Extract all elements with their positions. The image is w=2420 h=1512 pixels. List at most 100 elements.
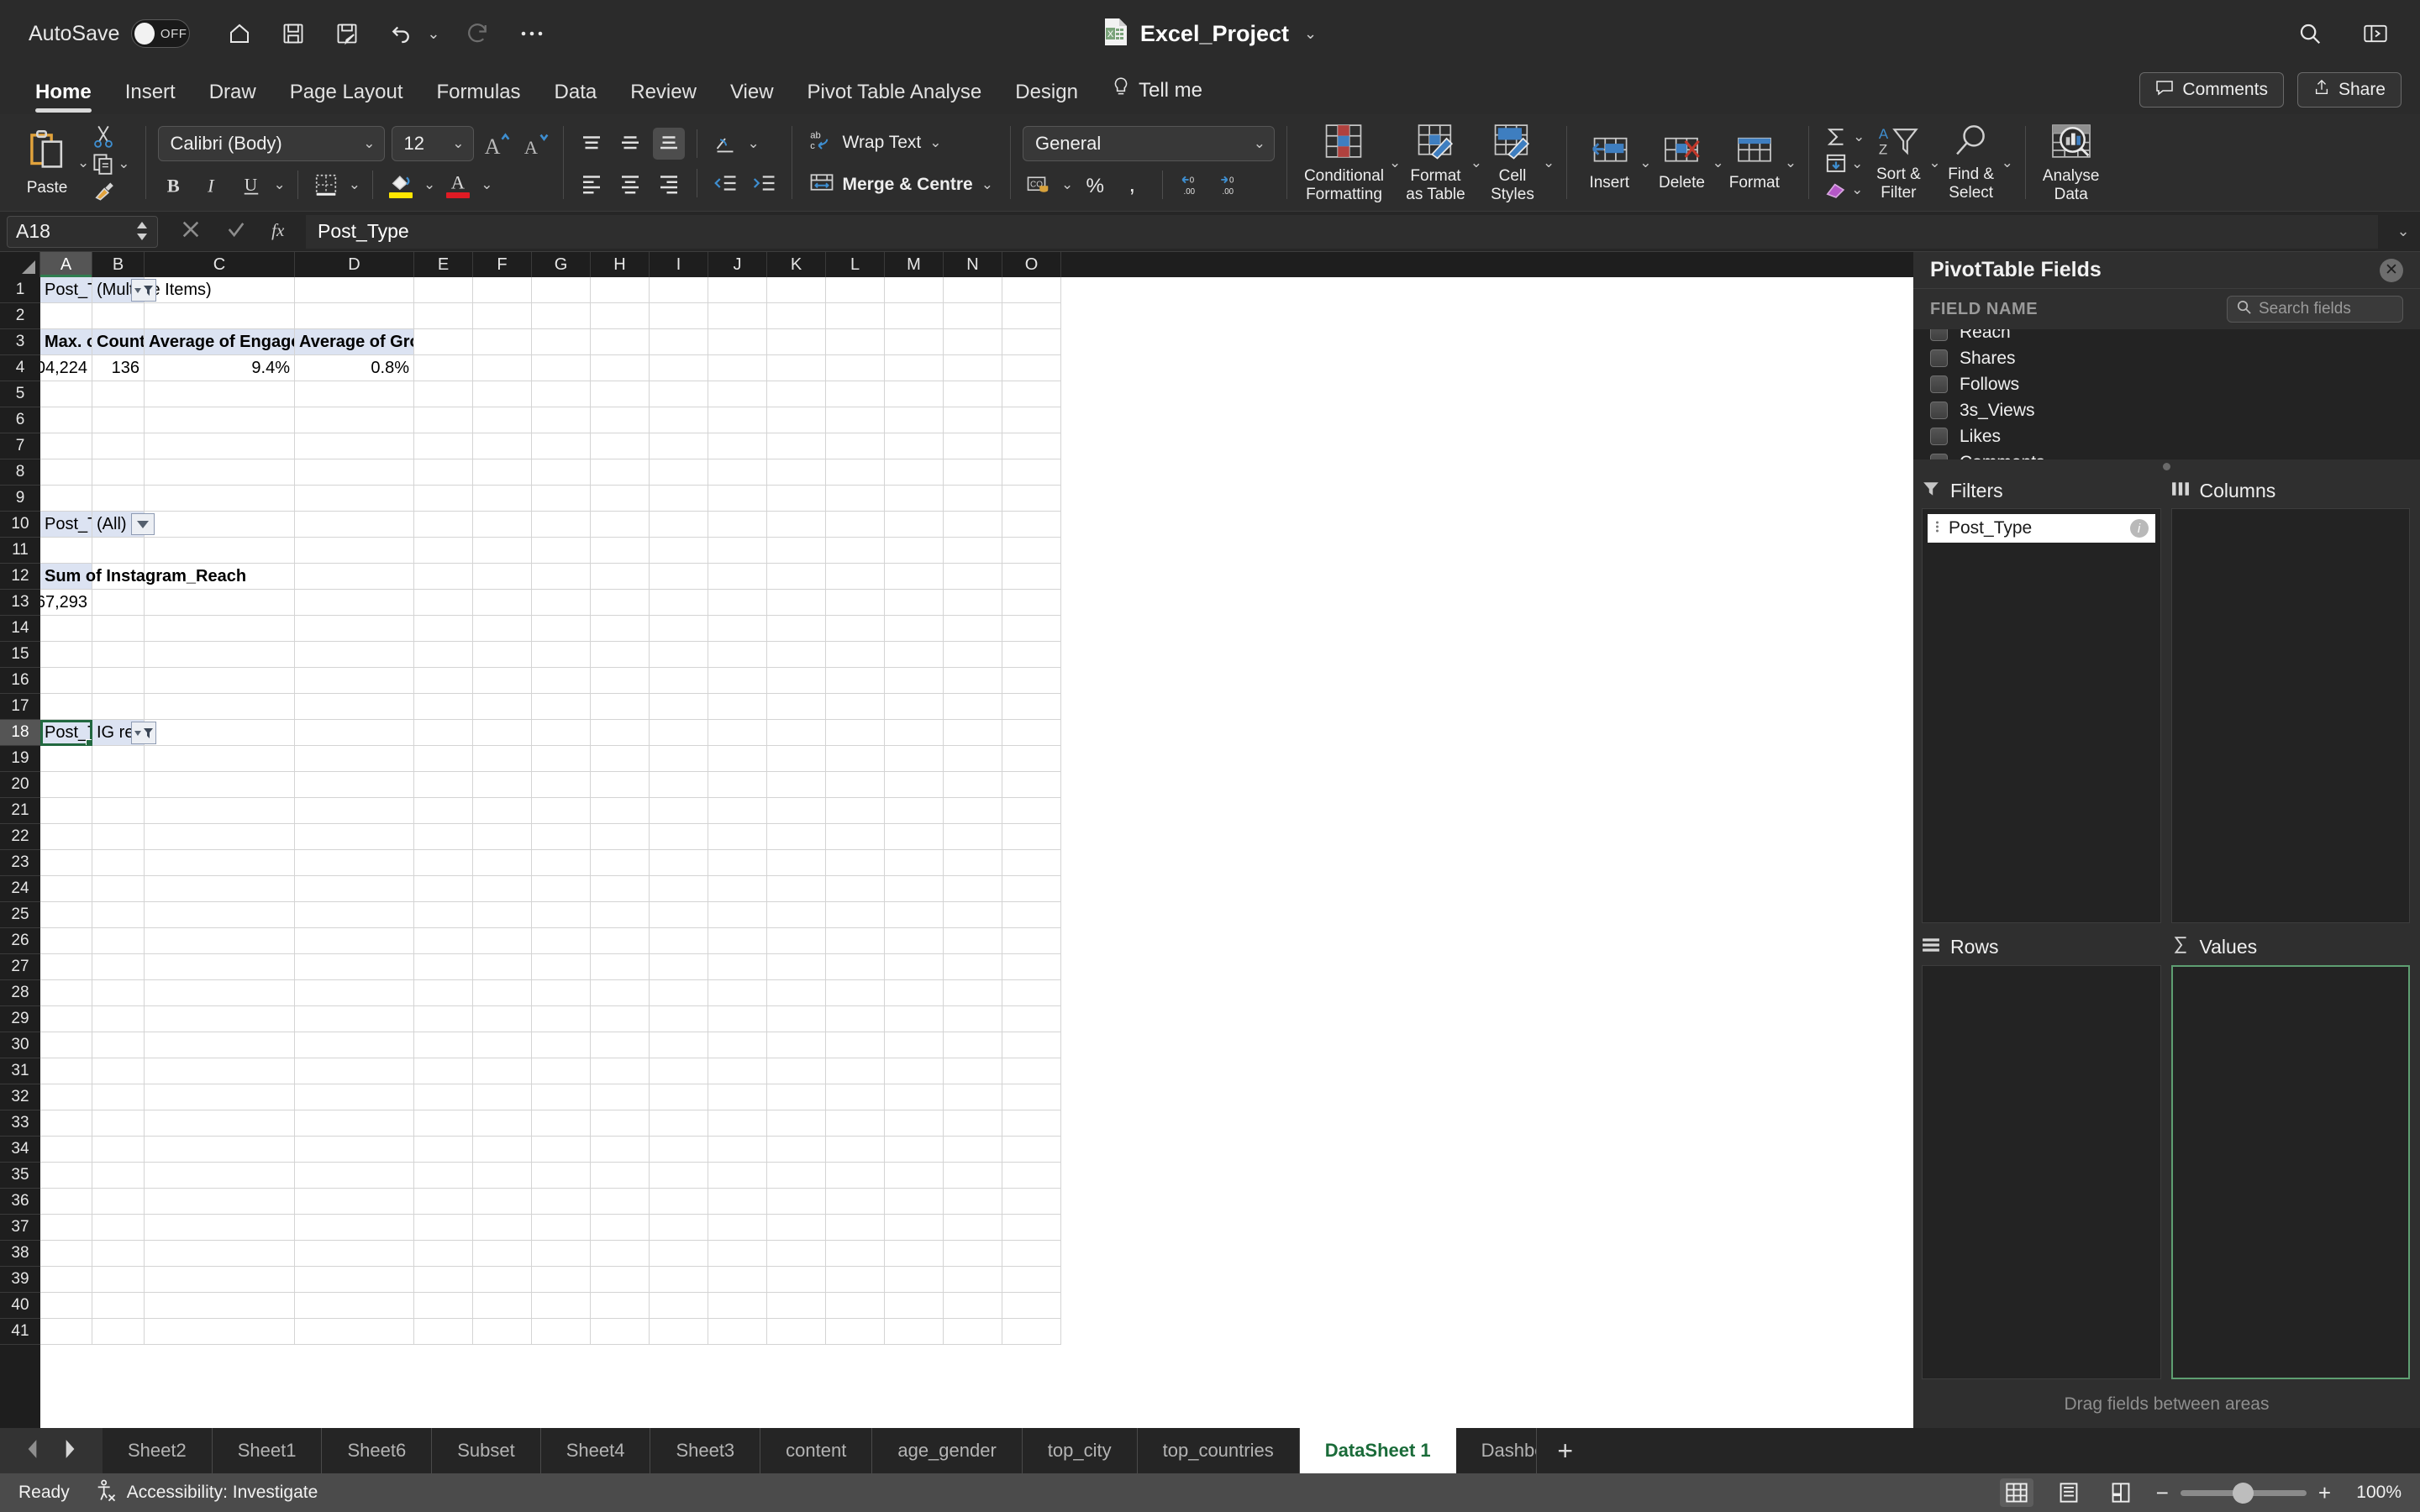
- cell-M21[interactable]: [885, 798, 944, 824]
- cell-F23[interactable]: [473, 850, 532, 876]
- cell-A32[interactable]: [40, 1084, 92, 1110]
- cell-O22[interactable]: [1002, 824, 1061, 850]
- cell-K38[interactable]: [767, 1241, 826, 1267]
- cell-F17[interactable]: [473, 694, 532, 720]
- cell-I31[interactable]: [650, 1058, 708, 1084]
- cell-D1[interactable]: [295, 277, 414, 303]
- cell-E36[interactable]: [414, 1189, 473, 1215]
- cell-K31[interactable]: [767, 1058, 826, 1084]
- cell-K21[interactable]: [767, 798, 826, 824]
- cell-F18[interactable]: [473, 720, 532, 746]
- cell-O5[interactable]: [1002, 381, 1061, 407]
- cell-O33[interactable]: [1002, 1110, 1061, 1137]
- cell-O17[interactable]: [1002, 694, 1061, 720]
- cell-E26[interactable]: [414, 928, 473, 954]
- cell-I27[interactable]: [650, 954, 708, 980]
- row-header-32[interactable]: 32: [0, 1084, 40, 1110]
- cell-D2[interactable]: [295, 303, 414, 329]
- cell-H1[interactable]: [591, 277, 650, 303]
- cell-C25[interactable]: [145, 902, 295, 928]
- cell-L11[interactable]: [826, 538, 885, 564]
- cell-B31[interactable]: [92, 1058, 145, 1084]
- cell-A7[interactable]: [40, 433, 92, 459]
- checkbox-icon[interactable]: [1930, 454, 1948, 459]
- decrease-decimal-button[interactable]: 0.00: [1213, 169, 1245, 201]
- bold-button[interactable]: B: [158, 169, 190, 201]
- cell-A38[interactable]: [40, 1241, 92, 1267]
- cell-I16[interactable]: [650, 668, 708, 694]
- cell-L7[interactable]: [826, 433, 885, 459]
- share-button[interactable]: Share: [2296, 72, 2402, 108]
- cell-J25[interactable]: [708, 902, 767, 928]
- tab-page-layout[interactable]: Page Layout: [273, 81, 420, 114]
- cell-F32[interactable]: [473, 1084, 532, 1110]
- cell-N1[interactable]: [944, 277, 1002, 303]
- sort-filter-dropdown-icon[interactable]: ⌄: [1928, 155, 1940, 171]
- cell-F38[interactable]: [473, 1241, 532, 1267]
- cell-K19[interactable]: [767, 746, 826, 772]
- cell-H27[interactable]: [591, 954, 650, 980]
- cell-H18[interactable]: [591, 720, 650, 746]
- zoom-slider-track[interactable]: [2180, 1482, 2307, 1504]
- cell-B8[interactable]: [92, 459, 145, 486]
- cell-I19[interactable]: [650, 746, 708, 772]
- column-header-e[interactable]: E: [414, 252, 473, 277]
- cell-F6[interactable]: [473, 407, 532, 433]
- cell-M12[interactable]: [885, 564, 944, 590]
- cell-M13[interactable]: [885, 590, 944, 616]
- cell-B17[interactable]: [92, 694, 145, 720]
- cell-E8[interactable]: [414, 459, 473, 486]
- cell-L39[interactable]: [826, 1267, 885, 1293]
- cell-D41[interactable]: [295, 1319, 414, 1345]
- cell-D29[interactable]: [295, 1006, 414, 1032]
- cell-I4[interactable]: [650, 355, 708, 381]
- cell-C29[interactable]: [145, 1006, 295, 1032]
- cell-G4[interactable]: [532, 355, 591, 381]
- insert-dropdown-icon[interactable]: ⌄: [1639, 155, 1651, 171]
- cell-H22[interactable]: [591, 824, 650, 850]
- cell-N13[interactable]: [944, 590, 1002, 616]
- cell-C6[interactable]: [145, 407, 295, 433]
- previous-sheet-icon[interactable]: [25, 1438, 40, 1464]
- row-header-38[interactable]: 38: [0, 1241, 40, 1267]
- cell-L35[interactable]: [826, 1163, 885, 1189]
- row-header-35[interactable]: 35: [0, 1163, 40, 1189]
- cell-O26[interactable]: [1002, 928, 1061, 954]
- cancel-icon[interactable]: [180, 218, 202, 244]
- cell-N40[interactable]: [944, 1293, 1002, 1319]
- cell-H9[interactable]: [591, 486, 650, 512]
- cell-D25[interactable]: [295, 902, 414, 928]
- cell-K9[interactable]: [767, 486, 826, 512]
- page-break-view-button[interactable]: [2104, 1478, 2138, 1507]
- cell-N41[interactable]: [944, 1319, 1002, 1345]
- cell-A3[interactable]: Max. of Cu: [40, 329, 92, 355]
- cell-O20[interactable]: [1002, 772, 1061, 798]
- cut-button[interactable]: [89, 123, 133, 150]
- cell-J28[interactable]: [708, 980, 767, 1006]
- cell-H3[interactable]: [591, 329, 650, 355]
- cell-L22[interactable]: [826, 824, 885, 850]
- cell-A30[interactable]: [40, 1032, 92, 1058]
- pivot-field-follows[interactable]: Follows: [1913, 371, 2420, 397]
- cell-M37[interactable]: [885, 1215, 944, 1241]
- cell-C13[interactable]: [145, 590, 295, 616]
- cell-C36[interactable]: [145, 1189, 295, 1215]
- cell-G19[interactable]: [532, 746, 591, 772]
- cell-F20[interactable]: [473, 772, 532, 798]
- cell-J35[interactable]: [708, 1163, 767, 1189]
- cell-B32[interactable]: [92, 1084, 145, 1110]
- format-painter-button[interactable]: [89, 178, 133, 203]
- cell-C2[interactable]: [145, 303, 295, 329]
- cell-B26[interactable]: [92, 928, 145, 954]
- cell-M8[interactable]: [885, 459, 944, 486]
- cell-I23[interactable]: [650, 850, 708, 876]
- wrap-text-button[interactable]: ab c Wrap Text ⌄: [804, 125, 998, 160]
- cell-G36[interactable]: [532, 1189, 591, 1215]
- row-header-24[interactable]: 24: [0, 876, 40, 902]
- cell-A6[interactable]: [40, 407, 92, 433]
- cell-B3[interactable]: Count of Po: [92, 329, 145, 355]
- pivot-panel-splitter[interactable]: [1913, 459, 2420, 473]
- cell-I2[interactable]: [650, 303, 708, 329]
- cell-M10[interactable]: [885, 512, 944, 538]
- cell-A37[interactable]: [40, 1215, 92, 1241]
